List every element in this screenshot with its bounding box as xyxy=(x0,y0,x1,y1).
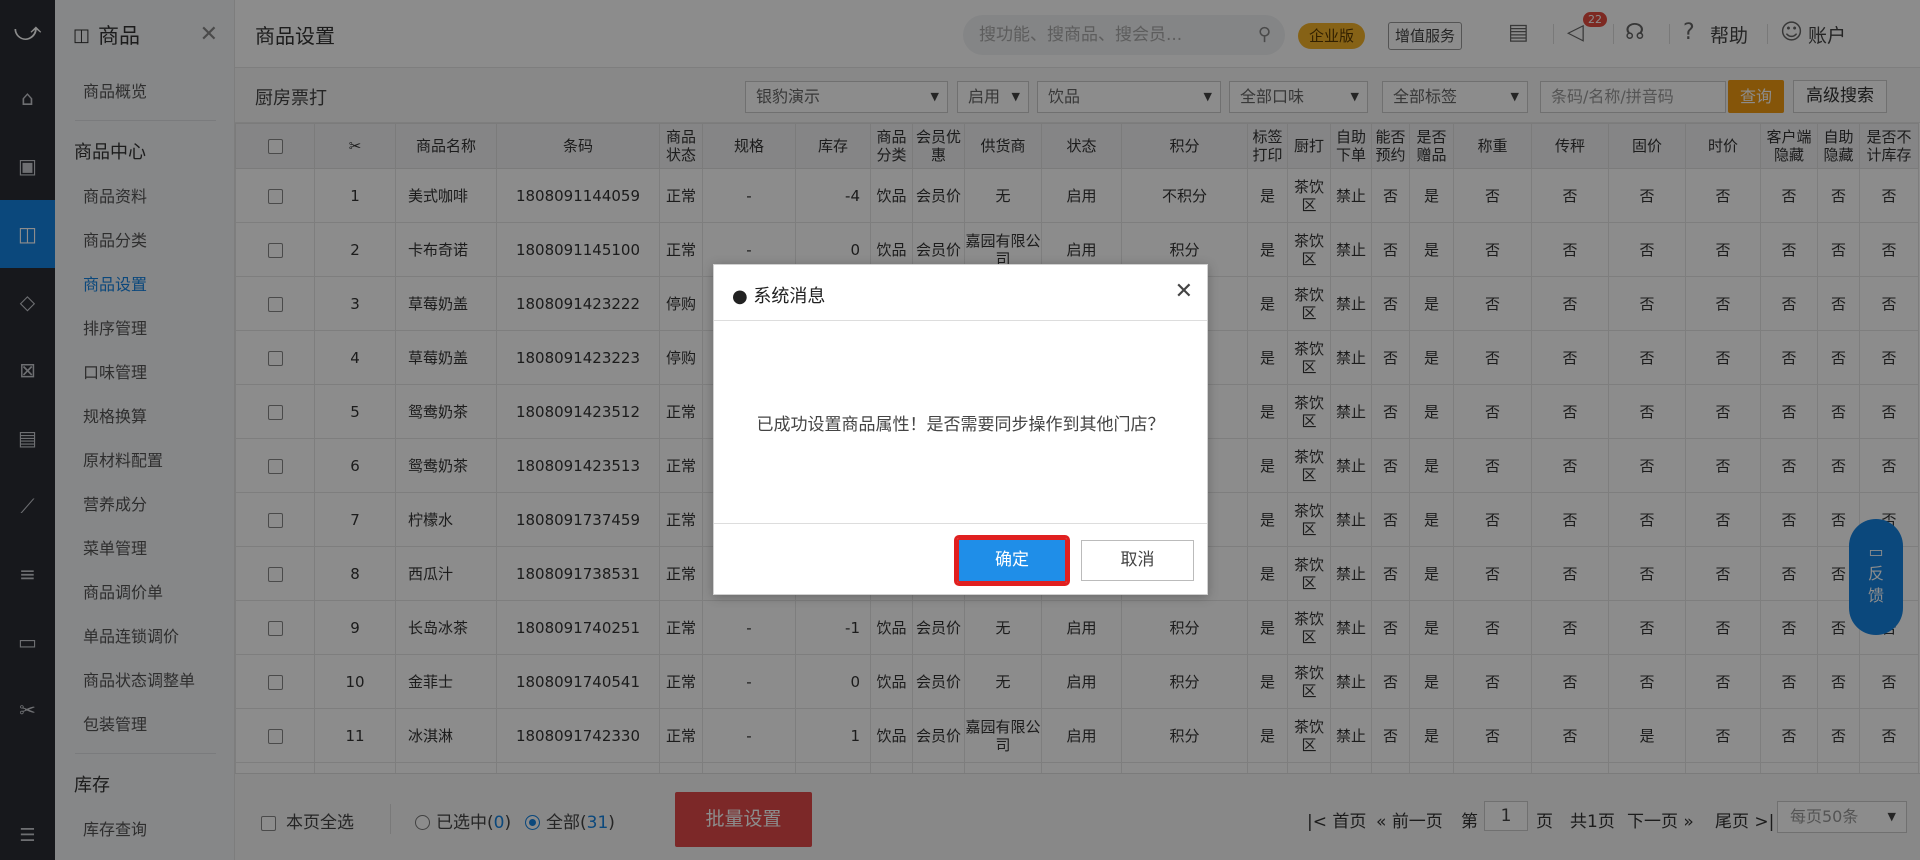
dialog-message: 已成功设置商品属性！是否需要同步操作到其他门店？ xyxy=(756,414,1165,435)
dialog-body: 已成功设置商品属性！是否需要同步操作到其他门店？ xyxy=(714,321,1207,524)
system-message-dialog: ● 系统消息 ✕ 已成功设置商品属性！是否需要同步操作到其他门店？ 确定 取消 xyxy=(713,264,1208,595)
confirm-button[interactable]: 确定 xyxy=(954,535,1070,586)
dialog-title: ● 系统消息 xyxy=(732,286,826,307)
close-icon[interactable]: ✕ xyxy=(1175,279,1193,304)
cancel-button[interactable]: 取消 xyxy=(1081,540,1194,581)
dialog-header: ● 系统消息 ✕ xyxy=(714,265,1207,321)
